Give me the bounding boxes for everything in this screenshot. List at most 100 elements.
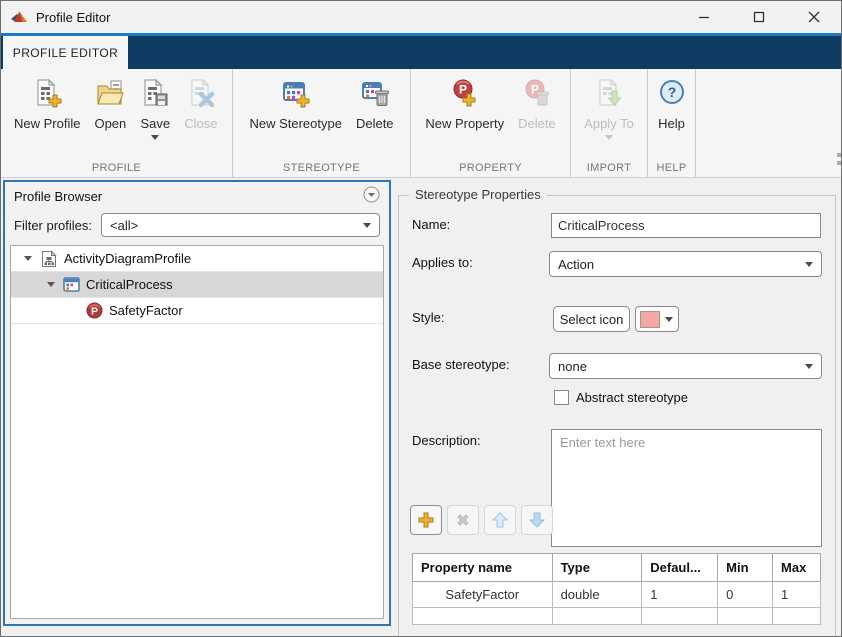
tab-profile-editor[interactable]: PROFILE EDITOR xyxy=(3,36,128,69)
arrow-down-icon xyxy=(528,511,546,529)
open-folder-icon xyxy=(95,78,125,111)
cell-min[interactable]: 0 xyxy=(718,582,773,608)
abstract-stereotype-checkbox[interactable] xyxy=(554,390,569,405)
save-dropdown-caret-icon[interactable] xyxy=(151,135,159,140)
base-stereotype-value: none xyxy=(558,359,587,374)
applies-to-value: Action xyxy=(558,257,594,272)
delete-property-row-button[interactable] xyxy=(447,505,479,535)
help-icon: ? xyxy=(657,78,687,111)
svg-text:P: P xyxy=(91,306,98,318)
new-property-label: New Property xyxy=(425,116,504,131)
maximize-button[interactable] xyxy=(731,1,786,33)
delete-property-button[interactable]: P Delete xyxy=(511,78,563,131)
base-stereotype-dropdown[interactable]: none xyxy=(549,353,822,379)
filter-profiles-value: <all> xyxy=(110,218,138,233)
cell-default[interactable]: 1 xyxy=(642,582,718,608)
tree-expand-icon[interactable] xyxy=(24,256,32,261)
matlab-logo-icon xyxy=(11,9,28,25)
style-label: Style: xyxy=(412,310,445,325)
cell-property-name[interactable]: SafetyFactor xyxy=(413,582,553,608)
description-textarea[interactable] xyxy=(551,429,822,547)
section-label-property: PROPERTY xyxy=(411,162,570,174)
col-min[interactable]: Min xyxy=(718,554,773,582)
cell-max[interactable]: 1 xyxy=(773,582,821,608)
new-profile-icon xyxy=(32,78,62,111)
chevron-down-icon xyxy=(805,364,813,369)
stereotype-properties-legend: Stereotype Properties xyxy=(409,187,547,202)
ribbon-tab-strip: PROFILE EDITOR xyxy=(1,36,841,69)
new-stereotype-button[interactable]: New Stereotype xyxy=(242,78,349,131)
profile-browser-title: Profile Browser xyxy=(14,189,363,204)
save-label: Save xyxy=(140,116,170,131)
property-icon: P xyxy=(86,302,103,319)
toolbar-section-import: Apply To IMPORT xyxy=(571,69,648,177)
applies-to-label: Applies to: xyxy=(412,255,473,270)
applies-to-dropdown[interactable]: Action xyxy=(549,251,822,277)
save-button[interactable]: Save xyxy=(133,78,177,140)
plus-icon xyxy=(417,511,435,529)
base-stereotype-label: Base stereotype: xyxy=(412,357,510,372)
minimize-button[interactable] xyxy=(676,1,731,33)
chevron-down-icon xyxy=(805,262,813,267)
open-button[interactable]: Open xyxy=(87,78,133,131)
filter-profiles-dropdown[interactable]: <all> xyxy=(101,213,380,237)
profile-editor-window: Profile Editor PROFILE EDITOR xyxy=(0,0,842,637)
move-down-button[interactable] xyxy=(521,505,553,535)
col-default[interactable]: Defaul... xyxy=(642,554,718,582)
help-label: Help xyxy=(658,116,685,131)
close-profile-icon xyxy=(186,78,216,111)
svg-text:?: ? xyxy=(667,84,676,100)
cell-type[interactable]: double xyxy=(552,582,642,608)
toolbar-section-stereotype: New Stereotype Delete xyxy=(233,69,411,177)
select-icon-label: Select icon xyxy=(560,312,624,327)
tree-item-property[interactable]: P SafetyFactor xyxy=(11,298,383,324)
profile-browser-header: Profile Browser xyxy=(5,182,389,210)
col-type[interactable]: Type xyxy=(552,554,642,582)
name-label: Name: xyxy=(412,217,450,232)
new-property-icon: P xyxy=(450,78,480,111)
tree-expand-icon[interactable] xyxy=(47,282,55,287)
add-property-button[interactable] xyxy=(410,505,442,535)
tree-item-profile[interactable]: ActivityDiagramProfile xyxy=(11,246,383,272)
new-stereotype-label: New Stereotype xyxy=(249,116,342,131)
close-profile-button[interactable]: Close xyxy=(177,78,224,131)
title-bar: Profile Editor xyxy=(1,1,841,33)
col-max[interactable]: Max xyxy=(773,554,821,582)
apply-to-label: Apply To xyxy=(584,116,634,131)
section-label-import: IMPORT xyxy=(571,162,647,174)
tree-item-label: ActivityDiagramProfile xyxy=(64,251,191,266)
new-property-button[interactable]: P New Property xyxy=(418,78,511,131)
name-input[interactable] xyxy=(551,213,821,238)
open-label: Open xyxy=(94,116,126,131)
table-row[interactable]: SafetyFactor double 1 0 1 xyxy=(413,582,821,608)
close-button[interactable] xyxy=(786,1,841,33)
new-profile-button[interactable]: New Profile xyxy=(7,78,87,131)
property-table: Property name Type Defaul... Min Max Saf… xyxy=(412,553,821,625)
profile-browser-panel: Profile Browser Filter profiles: <all> xyxy=(3,180,391,626)
property-table-header-row: Property name Type Defaul... Min Max xyxy=(413,554,821,582)
tree-item-label: SafetyFactor xyxy=(109,303,183,318)
save-icon xyxy=(140,78,170,111)
select-icon-button[interactable]: Select icon xyxy=(553,306,630,332)
stereotype-properties-group: Stereotype Properties Name: Applies to: … xyxy=(398,195,836,637)
filter-profiles-label: Filter profiles: xyxy=(14,218,92,233)
stereotype-color-swatch xyxy=(640,311,660,328)
apply-to-dropdown-caret-icon xyxy=(605,135,613,140)
icon-color-picker[interactable] xyxy=(635,306,679,332)
delete-property-label: Delete xyxy=(518,116,556,131)
toolbar-section-property: P New Property P Delete PROPERTY xyxy=(411,69,571,177)
help-button[interactable]: ? Help xyxy=(650,78,694,131)
tree-item-stereotype[interactable]: CriticalProcess xyxy=(11,272,383,298)
tab-label: PROFILE EDITOR xyxy=(13,46,118,60)
move-up-button[interactable] xyxy=(484,505,516,535)
tree-item-label: CriticalProcess xyxy=(86,277,173,292)
arrow-up-icon xyxy=(491,511,509,529)
delete-property-icon: P xyxy=(522,78,552,111)
toolbar-section-help: ? Help HELP xyxy=(648,69,696,177)
apply-to-button[interactable]: Apply To xyxy=(577,78,641,140)
col-property-name[interactable]: Property name xyxy=(413,554,553,582)
stereotype-icon xyxy=(63,276,80,293)
window-title: Profile Editor xyxy=(36,10,110,25)
panel-collapse-icon[interactable] xyxy=(363,186,380,206)
delete-stereotype-button[interactable]: Delete xyxy=(349,78,401,131)
